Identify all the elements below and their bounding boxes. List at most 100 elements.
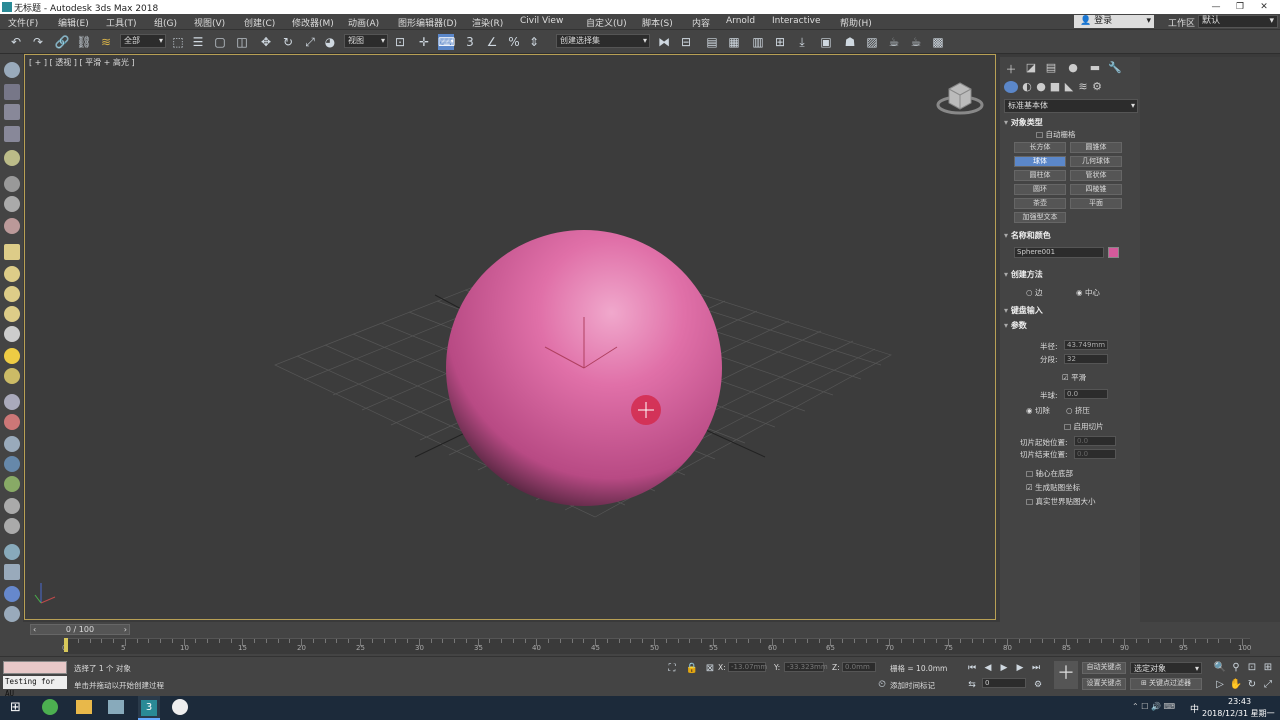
- scene-explorer-icon[interactable]: ▤: [704, 34, 720, 50]
- zoom-extents-all-icon[interactable]: ⊞: [1260, 660, 1276, 676]
- tree-icon[interactable]: [4, 476, 20, 492]
- section-object-type[interactable]: 对象类型: [1004, 117, 1134, 129]
- file-explorer-icon[interactable]: [76, 700, 92, 714]
- wrench-icon[interactable]: [4, 498, 20, 514]
- bulb-icon[interactable]: [4, 368, 20, 384]
- render-iterative-icon[interactable]: ☕: [908, 34, 924, 50]
- create-selection-icon[interactable]: [4, 62, 20, 78]
- squash-radio[interactable]: ○ 挤压: [1066, 405, 1090, 416]
- person-icon[interactable]: [4, 436, 20, 452]
- hierarchy-tab-icon[interactable]: ▤: [1044, 61, 1058, 75]
- time-slider-marker[interactable]: [64, 638, 68, 652]
- ime-indicator[interactable]: 中: [1190, 702, 1199, 715]
- create-tab-icon[interactable]: ＋: [1004, 61, 1018, 76]
- x-coordinate-field[interactable]: -13.07mm: [728, 662, 767, 672]
- zoom-all-icon[interactable]: ⚲: [1228, 660, 1244, 676]
- helper-icon[interactable]: [4, 176, 20, 192]
- selection-lock-icon[interactable]: 🔒: [684, 661, 700, 677]
- time-tag-icon[interactable]: ⏲: [874, 677, 890, 693]
- tray-icons[interactable]: ⌃ ☐ 🔊 ⌨: [1132, 702, 1175, 711]
- hemisphere-spinner[interactable]: 0.0: [1064, 389, 1108, 399]
- menu-scripting[interactable]: 脚本(S): [642, 16, 673, 29]
- menu-civil-view[interactable]: Civil View: [520, 16, 563, 26]
- rectangular-selection-icon[interactable]: ▢: [212, 34, 228, 50]
- pyramid-button[interactable]: 四棱锥: [1070, 184, 1122, 195]
- segments-spinner[interactable]: 32: [1064, 354, 1108, 364]
- creation-edge-radio[interactable]: ○ 边: [1026, 287, 1042, 298]
- curve-editor-icon[interactable]: ⊞: [772, 34, 788, 50]
- menu-tools[interactable]: 工具(T): [106, 16, 137, 29]
- autogrid-checkbox[interactable]: □ 自动栅格: [1036, 129, 1075, 140]
- select-by-name-icon[interactable]: ☰: [190, 34, 206, 50]
- menu-view[interactable]: 视图(V): [194, 16, 225, 29]
- section-name-and-color[interactable]: 名称和颜色: [1004, 230, 1134, 242]
- add-time-tag[interactable]: 添加时间标记: [890, 680, 935, 691]
- globe-icon[interactable]: [4, 456, 20, 472]
- radius-spinner[interactable]: 43.749mm: [1064, 340, 1108, 350]
- gen-map-checkbox[interactable]: ☑ 生成贴图坐标: [1026, 482, 1080, 493]
- placement-icon[interactable]: ◕: [322, 34, 338, 50]
- cameras-icon[interactable]: ■: [1048, 80, 1062, 94]
- current-frame-field[interactable]: 0: [982, 678, 1026, 688]
- teapot-button[interactable]: 茶壶: [1014, 198, 1066, 209]
- torus-button[interactable]: 圆环: [1014, 184, 1066, 195]
- undo-icon[interactable]: ↶: [8, 34, 24, 50]
- menu-file[interactable]: 文件(F): [8, 16, 38, 29]
- rotate-icon[interactable]: ↻: [280, 34, 296, 50]
- chop-radio[interactable]: ◉ 切除: [1026, 405, 1050, 416]
- sign-in-dropdown[interactable]: 👤 登录 ▾: [1074, 15, 1154, 28]
- menu-modifiers[interactable]: 修改器(M): [292, 16, 334, 29]
- menu-arnold[interactable]: Arnold: [726, 16, 755, 26]
- geometry-icon[interactable]: [1004, 81, 1018, 93]
- sphere-icon[interactable]: [4, 286, 20, 302]
- cone-icon[interactable]: [4, 326, 20, 342]
- section-keyboard-entry[interactable]: 键盘输入: [1004, 305, 1134, 317]
- motion-icon[interactable]: [4, 586, 20, 602]
- browser-icon[interactable]: [42, 699, 58, 715]
- render-setup-icon[interactable]: ☗: [842, 34, 858, 50]
- section-creation-method[interactable]: 创建方法: [1004, 269, 1134, 281]
- pan-icon[interactable]: ✋: [1228, 677, 1244, 693]
- zoom-icon[interactable]: 🔍: [1212, 660, 1228, 676]
- reference-coord-dropdown[interactable]: 视图 ▾: [344, 34, 388, 48]
- torus-icon[interactable]: [4, 306, 20, 322]
- maxscript-mini-listener[interactable]: Testing for AU: [3, 676, 67, 698]
- sphere-button[interactable]: 球体: [1014, 156, 1066, 167]
- mirror-icon[interactable]: ⧓: [656, 34, 672, 50]
- smooth-checkbox[interactable]: ☑ 平滑: [1062, 372, 1086, 383]
- lights-icon[interactable]: ●: [1034, 80, 1048, 94]
- close-button[interactable]: ✕: [1252, 0, 1276, 14]
- box-button[interactable]: 长方体: [1014, 142, 1066, 153]
- sphere-tool-icon[interactable]: [4, 544, 20, 560]
- shapes-icon[interactable]: ◐: [1020, 80, 1034, 94]
- time-config-icon[interactable]: ⚙: [1030, 677, 1046, 693]
- hierarchy-icon[interactable]: [4, 564, 20, 580]
- zoom-extents-icon[interactable]: ⊡: [1244, 660, 1260, 676]
- render-cloud-icon[interactable]: ▩: [930, 34, 946, 50]
- bind-space-warp-icon[interactable]: ≋: [98, 34, 114, 50]
- menu-edit[interactable]: 编辑(E): [58, 16, 89, 29]
- minimize-button[interactable]: —: [1204, 0, 1228, 14]
- menu-animation[interactable]: 动画(A): [348, 16, 379, 29]
- percent-snap-icon[interactable]: %: [506, 34, 522, 50]
- play-icon[interactable]: ▶: [996, 660, 1012, 676]
- menu-rendering[interactable]: 渲染(R): [472, 16, 503, 29]
- grid-icon[interactable]: [4, 126, 20, 142]
- system-icon[interactable]: [4, 218, 20, 234]
- qq-icon[interactable]: [172, 699, 188, 715]
- menu-graph-editors[interactable]: 图形编辑器(D): [398, 16, 457, 29]
- maxscript-listener[interactable]: [3, 661, 67, 674]
- select-manipulate-icon[interactable]: ✛: [416, 34, 432, 50]
- shape-icon[interactable]: [4, 394, 20, 410]
- paint-icon[interactable]: [4, 414, 20, 430]
- selected-object-dropdown[interactable]: 选定对象 ▾: [1130, 662, 1202, 674]
- real-world-checkbox[interactable]: □ 真实世界贴图大小: [1026, 496, 1095, 507]
- motion-tab-icon[interactable]: ●: [1066, 61, 1080, 75]
- spinner-snap-icon[interactable]: ⇕: [526, 34, 542, 50]
- render-production-icon[interactable]: ☕: [886, 34, 902, 50]
- unlink-icon[interactable]: ⛓: [76, 34, 92, 50]
- layer-explorer-icon[interactable]: ▦: [726, 34, 742, 50]
- box-icon[interactable]: [4, 244, 20, 260]
- key-mode-icon[interactable]: ⇆: [964, 677, 980, 693]
- z-coordinate-field[interactable]: 0.0mm: [842, 662, 876, 672]
